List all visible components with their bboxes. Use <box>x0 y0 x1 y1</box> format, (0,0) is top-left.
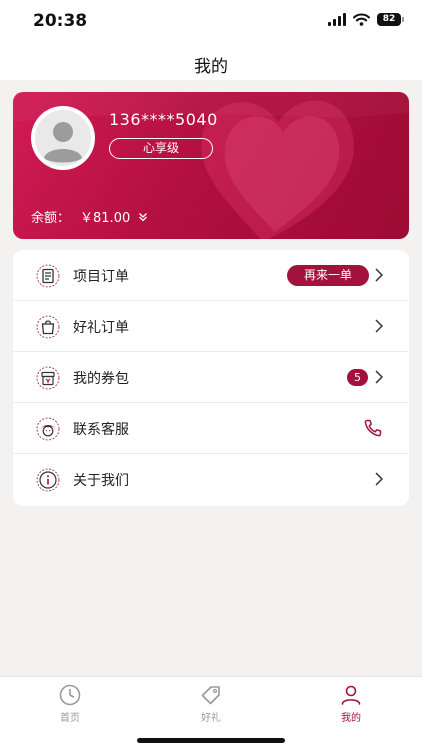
menu-item-coupons[interactable]: 我的券包 5 <box>13 352 409 403</box>
default-avatar-icon <box>32 107 94 169</box>
chevron-right-icon <box>375 319 383 333</box>
menu-item-label: 我的券包 <box>73 371 129 387</box>
tab-home[interactable]: 首页 <box>30 683 110 724</box>
gift-bag-icon <box>36 315 60 339</box>
chevron-down-double-icon[interactable] <box>138 212 148 222</box>
coupon-icon <box>36 366 60 390</box>
menu-item-project-orders[interactable]: 项目订单 再来一单 <box>13 250 409 301</box>
tab-label: 首页 <box>60 713 80 724</box>
tag-icon <box>201 686 220 705</box>
person-icon <box>341 685 361 705</box>
menu-item-label: 好礼订单 <box>73 320 129 336</box>
nav-bar: 我的 <box>0 44 422 80</box>
avatar[interactable] <box>31 106 95 170</box>
menu-item-label: 联系客服 <box>73 422 129 438</box>
chevron-right-icon <box>375 472 383 486</box>
status-bar: 20:38 82 <box>0 0 422 44</box>
menu-item-label: 关于我们 <box>73 473 129 489</box>
chevron-right-icon <box>375 370 383 384</box>
member-card[interactable]: 136****5040 心享级 余额： ￥81.00 <box>13 92 409 239</box>
balance-label: 余额： <box>31 211 71 226</box>
wifi-icon <box>353 13 370 26</box>
page-title: 我的 <box>194 57 228 77</box>
home-indicator <box>137 738 285 743</box>
menu-item-about-us[interactable]: 关于我们 <box>13 454 409 505</box>
customer-service-icon <box>36 417 60 441</box>
tab-gifts[interactable]: 好礼 <box>171 683 251 724</box>
menu-item-customer-service[interactable]: 联系客服 <box>13 403 409 454</box>
clock-icon <box>59 684 81 706</box>
info-icon <box>36 468 60 492</box>
battery-level: 82 <box>377 13 401 26</box>
coupon-count-badge: 5 <box>347 369 368 386</box>
member-level-badge: 心享级 <box>109 138 213 159</box>
tab-mine[interactable]: 我的 <box>311 683 391 724</box>
balance-row[interactable]: 余额： ￥81.00 <box>31 207 148 226</box>
menu-list: 项目订单 再来一单 好礼订单 我的券包 5 联系客服 关于我们 <box>13 250 409 506</box>
member-phone: 136****5040 <box>109 110 218 129</box>
battery-icon: 82 <box>377 13 404 26</box>
chevron-right-icon <box>375 268 383 282</box>
status-time: 20:38 <box>33 11 88 31</box>
cellular-signal-icon <box>328 13 346 26</box>
balance-value: ￥81.00 <box>80 211 131 226</box>
phone-icon[interactable] <box>363 418 383 438</box>
tab-label: 我的 <box>341 713 361 724</box>
reorder-button[interactable]: 再来一单 <box>287 265 369 286</box>
document-icon <box>36 264 60 288</box>
menu-item-label: 项目订单 <box>73 269 129 285</box>
menu-item-gift-orders[interactable]: 好礼订单 <box>13 301 409 352</box>
status-icons: 82 <box>328 13 404 26</box>
tab-label: 好礼 <box>201 713 221 724</box>
